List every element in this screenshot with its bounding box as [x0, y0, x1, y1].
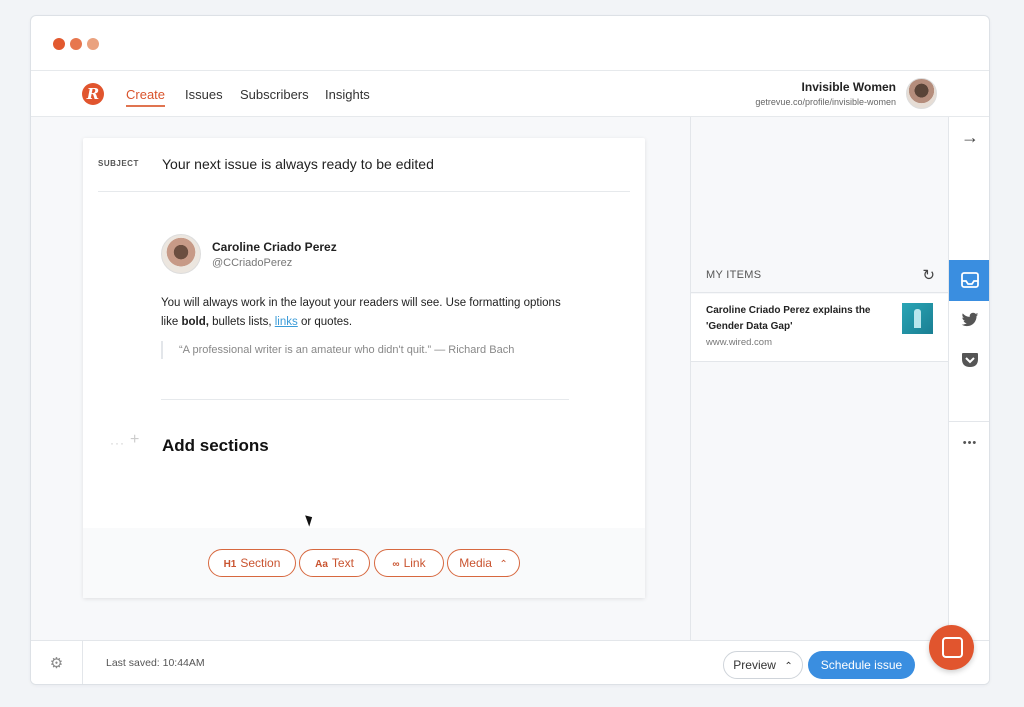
nav-create[interactable]: Create: [126, 87, 166, 107]
nav-issues[interactable]: Issues: [185, 87, 223, 102]
inbox-icon: [961, 272, 979, 288]
last-saved-status: Last saved: 10:44AM: [106, 657, 205, 669]
add-section-button[interactable]: H1 Section: [208, 549, 296, 577]
text-button-label: Text: [331, 556, 354, 570]
subject-label: SUBJECT: [98, 159, 139, 168]
divider: [949, 421, 989, 422]
tweet-author-avatar: [161, 234, 201, 274]
top-navigation: R Create Issues Subscribers Insights Inv…: [31, 71, 989, 117]
divider: [98, 191, 630, 192]
insert-toolbar: H1 Section Aa Text ∞ Link Media ⌃: [83, 528, 645, 598]
body-link[interactable]: links: [275, 316, 298, 328]
maximize-window-dot[interactable]: [87, 38, 99, 50]
profile-name: Invisible Women: [801, 80, 896, 94]
pocket-icon[interactable]: [949, 352, 989, 373]
editor-area: SUBJECT Your next issue is always ready …: [31, 117, 691, 640]
list-item[interactable]: Caroline Criado Perez explains the 'Gend…: [691, 294, 949, 362]
revue-logo-icon[interactable]: R: [82, 83, 104, 105]
items-panel: MY ITEMS ↻ Caroline Criado Perez explain…: [690, 117, 949, 640]
profile-avatar[interactable]: [906, 78, 937, 109]
section-button-label: Section: [240, 556, 281, 570]
close-window-dot[interactable]: [53, 38, 65, 50]
my-items-header: MY ITEMS ↻: [691, 261, 949, 293]
link-icon: ∞: [392, 559, 400, 570]
add-sections-heading: Add sections: [162, 436, 269, 455]
add-media-button[interactable]: Media ⌃: [447, 549, 520, 577]
text-icon: Aa: [315, 559, 328, 570]
schedule-issue-button[interactable]: Schedule issue: [808, 651, 915, 679]
refresh-icon[interactable]: ↻: [922, 266, 935, 284]
heading-icon: H1: [223, 559, 237, 570]
nav-insights[interactable]: Insights: [325, 87, 370, 102]
item-title: Caroline Criado Perez explains the 'Gend…: [706, 305, 871, 332]
title-bar: [31, 16, 989, 71]
chevron-up-icon: ⌃: [784, 661, 793, 672]
preview-button[interactable]: Preview ⌃: [723, 651, 803, 679]
profile-url: getrevue.co/profile/invisible-women: [755, 97, 896, 107]
issue-editor-card: SUBJECT Your next issue is always ready …: [83, 138, 645, 598]
inbox-tab[interactable]: [949, 260, 989, 301]
body-bold-text: bold,: [181, 316, 209, 328]
twitter-icon[interactable]: [949, 312, 989, 331]
item-source: www.wired.com: [706, 337, 772, 348]
add-text-button[interactable]: Aa Text: [299, 549, 370, 577]
body-text-part: bullets lists,: [208, 316, 275, 328]
minimize-window-dot[interactable]: [70, 38, 82, 50]
source-rail: → •••: [948, 117, 989, 640]
editor-body-text[interactable]: You will always work in the layout your …: [161, 294, 581, 332]
media-button-label: Media: [459, 556, 492, 570]
my-items-label: MY ITEMS: [706, 269, 762, 281]
footer-bar: ⚙ Last saved: 10:44AM Preview ⌃ Schedule…: [31, 640, 989, 684]
nav-subscribers[interactable]: Subscribers: [240, 87, 309, 102]
divider: [161, 399, 569, 400]
body-text-part: or quotes.: [297, 316, 353, 328]
arrow-right-icon[interactable]: →: [949, 127, 989, 148]
add-link-button[interactable]: ∞ Link: [374, 549, 444, 577]
tweet-author-handle: @CCriadoPerez: [212, 257, 293, 269]
link-button-label: Link: [403, 556, 426, 570]
more-icon[interactable]: •••: [949, 437, 989, 449]
blockquote[interactable]: “A professional writer is an amateur who…: [161, 341, 561, 359]
app-window: R Create Issues Subscribers Insights Inv…: [30, 15, 990, 685]
drag-handle-icon[interactable]: ···: [110, 436, 125, 450]
item-thumbnail: [902, 303, 933, 334]
preview-label: Preview: [733, 658, 776, 672]
gear-icon[interactable]: ⚙: [31, 641, 83, 684]
chevron-up-icon: ⌃: [499, 559, 508, 570]
add-section-plus-icon[interactable]: +: [130, 431, 139, 449]
chat-support-icon[interactable]: [929, 625, 974, 670]
tweet-author-name: Caroline Criado Perez: [212, 240, 337, 254]
subject-input[interactable]: Your next issue is always ready to be ed…: [162, 156, 434, 172]
